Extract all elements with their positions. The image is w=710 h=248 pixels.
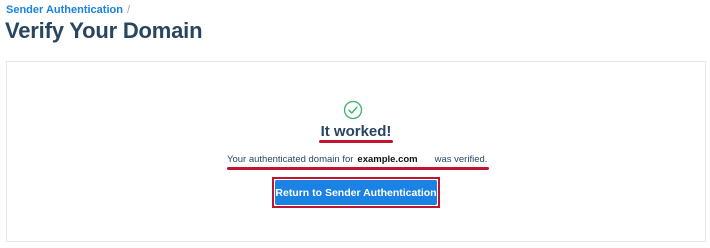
breadcrumb: Sender Authentication / [6, 4, 130, 16]
return-to-sender-authentication-button[interactable]: Return to Sender Authentication [275, 180, 437, 205]
page-title: Verify Your Domain [5, 18, 203, 43]
verification-result-card: It worked! Your authenticated domain for… [6, 61, 706, 242]
headline-annotation-underline [319, 140, 393, 143]
message-annotation-underline [227, 167, 489, 170]
verification-message-prefix: Your authenticated domain for [227, 154, 354, 165]
breadcrumb-separator: / [126, 4, 130, 16]
verify-domain-page: Sender Authentication / Verify Your Doma… [0, 0, 710, 248]
verification-message: Your authenticated domain for example.co… [227, 154, 497, 165]
success-headline: It worked! [320, 123, 392, 140]
verification-message-suffix: was verified. [434, 154, 488, 165]
breadcrumb-link-sender-authentication[interactable]: Sender Authentication [6, 4, 123, 16]
verified-domain: example.com [357, 154, 418, 165]
check-circle-icon [343, 100, 363, 120]
